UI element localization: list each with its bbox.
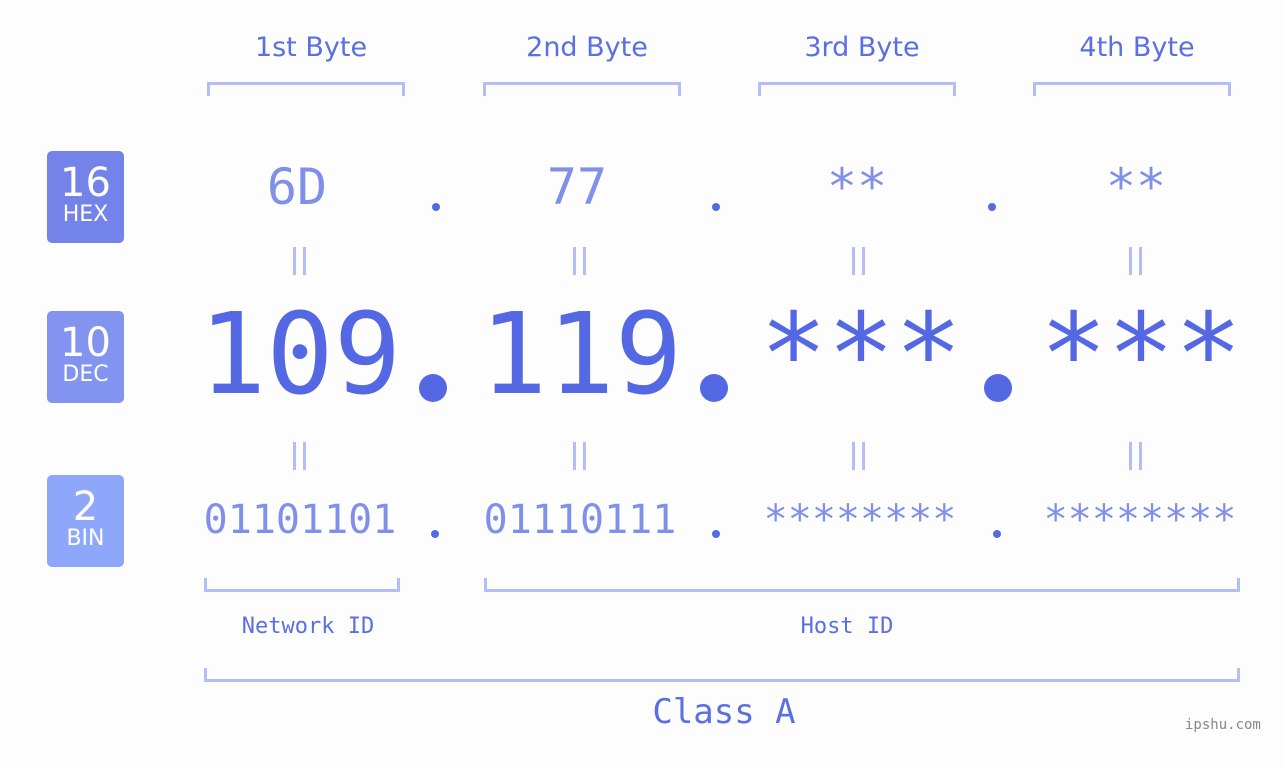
equals-marker: [852, 442, 865, 470]
dec-separator-dot: [419, 374, 447, 402]
dec-byte-4: ***: [1039, 290, 1243, 420]
hex-badge: 16 HEX: [47, 151, 124, 243]
bin-byte-1: 01101101: [203, 497, 397, 543]
equals-marker: [293, 247, 306, 275]
bin-byte-3: ********: [763, 497, 957, 543]
class-label: Class A: [652, 692, 796, 732]
bin-byte-2: 01110111: [483, 497, 677, 543]
host-id-bracket: [484, 578, 1240, 592]
hex-byte-2: 77: [546, 158, 608, 216]
equals-marker: [573, 442, 586, 470]
network-id-bracket: [204, 578, 400, 592]
bin-badge-label: BIN: [66, 526, 105, 551]
dec-byte-2: 119: [479, 290, 683, 420]
network-id-label: Network ID: [241, 614, 375, 639]
hex-separator-dot: [988, 203, 996, 211]
dec-badge-label: DEC: [62, 362, 109, 387]
dec-badge: 10 DEC: [47, 311, 124, 403]
byte-bracket-2: [483, 82, 681, 96]
hex-separator-dot: [432, 203, 440, 211]
byte-header-2: 2nd Byte: [526, 32, 648, 63]
bin-byte-4: ********: [1043, 497, 1237, 543]
hex-badge-number: 16: [60, 160, 111, 206]
equals-marker: [293, 442, 306, 470]
hex-byte-4: **: [1105, 158, 1167, 216]
bin-separator-dot: [431, 530, 439, 538]
bin-separator-dot: [993, 530, 1001, 538]
equals-marker: [1129, 442, 1142, 470]
byte-header-4: 4th Byte: [1079, 32, 1195, 63]
dec-separator-dot: [700, 374, 728, 402]
hex-byte-3: **: [826, 158, 888, 216]
hex-byte-1: 6D: [266, 158, 328, 216]
class-bracket: [204, 668, 1240, 682]
byte-bracket-4: [1033, 82, 1231, 96]
bin-badge-number: 2: [72, 484, 99, 530]
dec-byte-1: 109: [198, 290, 402, 420]
equals-marker: [852, 247, 865, 275]
dec-badge-number: 10: [60, 320, 111, 366]
hex-badge-label: HEX: [62, 202, 109, 227]
byte-header-1: 1st Byte: [254, 32, 368, 63]
dec-byte-3: ***: [759, 290, 963, 420]
bin-separator-dot: [712, 530, 720, 538]
byte-bracket-3: [758, 82, 956, 96]
equals-marker: [573, 247, 586, 275]
bin-badge: 2 BIN: [47, 475, 124, 567]
equals-marker: [1129, 247, 1142, 275]
byte-header-3: 3rd Byte: [804, 32, 920, 63]
hex-separator-dot: [712, 203, 720, 211]
host-id-label: Host ID: [800, 614, 894, 639]
watermark: ipshu.com: [1185, 717, 1261, 733]
byte-bracket-1: [207, 82, 405, 96]
